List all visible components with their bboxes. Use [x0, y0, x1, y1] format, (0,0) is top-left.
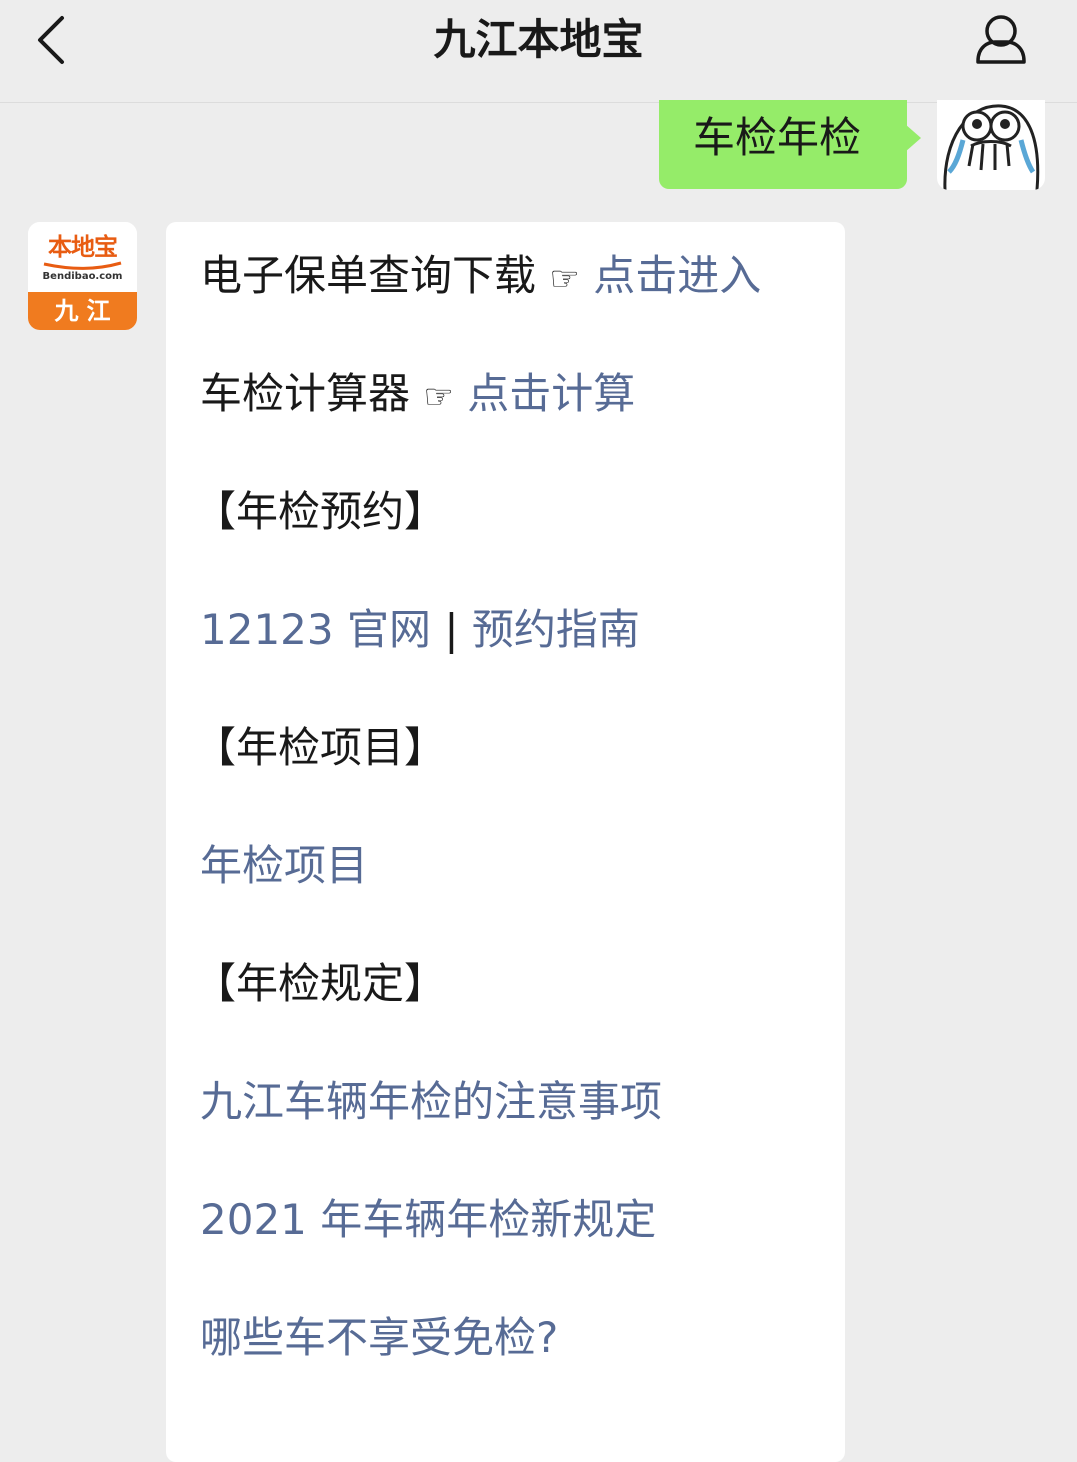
policy-enter-link[interactable]: 点击进入	[593, 251, 761, 300]
person-icon[interactable]	[966, 8, 1036, 72]
reply-heading-rules: 【年检规定】	[194, 954, 446, 1014]
section-heading: 【年检预约】	[194, 487, 447, 536]
policy-label: 电子保单查询下载	[200, 251, 537, 300]
top-navigation-bar: 九江本地宝	[0, 0, 1077, 103]
link-separator: |	[444, 605, 459, 654]
new-rules-link[interactable]: 2021 年车辆年检新规定	[200, 1195, 656, 1244]
section-heading: 【年检规定】	[194, 959, 447, 1008]
reply-heading-reservation: 【年检预约】	[194, 482, 446, 542]
avatar-domain-text: Bendibao.com	[42, 271, 123, 282]
calculator-link[interactable]: 点击计算	[467, 369, 635, 418]
reply-line-calculator: 车检计算器 ☞ 点击计算	[200, 364, 635, 427]
page-title: 九江本地宝	[433, 15, 644, 64]
reply-line-items: 年检项目	[200, 836, 368, 896]
bubble-tail	[905, 124, 921, 152]
reply-heading-items: 【年检项目】	[194, 718, 446, 778]
official-site-link[interactable]: 12123 官网	[200, 605, 431, 654]
reply-line-exemption: 哪些车不享受免检?	[200, 1308, 558, 1368]
reservation-guide-link[interactable]: 预约指南	[472, 605, 640, 654]
avatar-city-text: 九江	[54, 297, 119, 325]
avatar-logo-area: 本地宝 Bendibao.com	[28, 222, 137, 292]
reply-line-reservation-links: 12123 官网 | 预约指南	[200, 600, 640, 660]
avatar-brand-text: 本地宝	[48, 233, 118, 261]
exemption-link[interactable]: 哪些车不享受免检?	[200, 1313, 558, 1362]
swoosh-icon	[43, 261, 122, 270]
reply-line-policy: 电子保单查询下载 ☞ 点击进入	[200, 246, 761, 309]
user-message-bubble[interactable]: 车检年检	[659, 100, 907, 189]
inspection-items-link[interactable]: 年检项目	[200, 841, 368, 890]
account-avatar[interactable]: 本地宝 Bendibao.com 九江	[28, 222, 137, 330]
crying-meme-avatar-icon[interactable]	[937, 100, 1045, 190]
section-heading: 【年检项目】	[194, 723, 447, 772]
avatar-city-banner: 九江	[28, 292, 137, 330]
calculator-label: 车检计算器	[200, 369, 411, 418]
reply-line-new-rules: 2021 年车辆年检新规定	[200, 1190, 656, 1250]
user-message-text: 车检年检	[693, 113, 862, 162]
pointing-hand-icon: ☞	[423, 377, 454, 417]
reply-line-notes: 九江车辆年检的注意事项	[200, 1072, 662, 1132]
notes-link[interactable]: 九江车辆年检的注意事项	[200, 1077, 662, 1126]
pointing-hand-icon: ☞	[549, 259, 580, 299]
